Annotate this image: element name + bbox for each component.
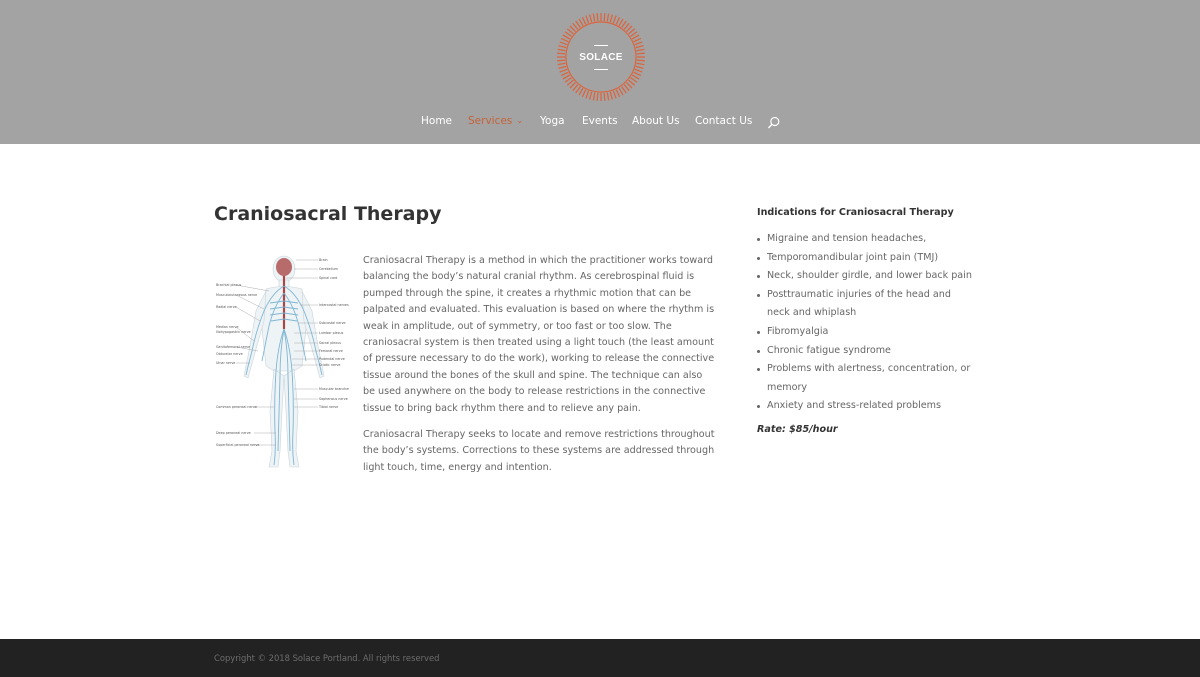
figure-label: Superficial peroneal nerve (216, 443, 259, 447)
figure-label: Common peroneal nerve (216, 405, 257, 409)
nervous-system-illustration: Brachial plexus Musculocutaneous nerve Rad… (216, 255, 379, 468)
rate-text: Rate: $85/hour (757, 423, 838, 435)
nav-item-about-us[interactable]: About Us (632, 115, 680, 127)
figure-label: Sacral plexus (319, 341, 341, 345)
copyright-text: Copyright © 2018 Solace Portland. All ri… (214, 653, 440, 663)
nav-item-yoga[interactable]: Yoga (540, 115, 565, 127)
site-header: SOLACE Home Services ⌄ Yoga Events About … (0, 0, 1200, 144)
description: Craniosacral Therapy is a method in whic… (363, 253, 715, 486)
list-item: Anxiety and stress-related problems (757, 397, 972, 416)
list-item: Chronic fatigue syndrome (757, 342, 972, 361)
figure-label: Radial nerve (216, 305, 237, 309)
logo-wordmark: SOLACE (556, 12, 646, 102)
figure-label: Deep peroneal nerve (216, 431, 251, 435)
search-icon[interactable] (767, 115, 781, 129)
figure-label: Spinal cord (319, 276, 337, 280)
figure-label: Ulnar nerve (216, 361, 235, 365)
logo-text: SOLACE (579, 51, 623, 63)
figure-label: Genitofemoral nerve (216, 345, 250, 349)
figure-label: Cerebellum (319, 267, 338, 271)
nav-item-home[interactable]: Home (421, 115, 452, 127)
figure-label: Muscular branches of femoral nerve (319, 387, 349, 391)
list-item: Neck, shoulder girdle, and lower back pa… (757, 267, 972, 286)
main-nav: Home Services ⌄ Yoga Events About Us Cont… (0, 115, 1200, 131)
list-item: Migraine and tension headaches, (757, 230, 972, 249)
chevron-down-icon: ⌄ (516, 116, 523, 125)
figure-label: Femoral nerve (319, 349, 343, 353)
nervous-system-diagram: Brachial plexus Musculocutaneous nerve Rad… (214, 251, 379, 473)
figure-label: Pudendal nerve (319, 357, 345, 361)
figure-label: Musculocutaneous nerve (216, 293, 257, 297)
list-item: Posttraumatic injuries of the head and n… (757, 286, 972, 323)
nav-item-events[interactable]: Events (582, 115, 618, 127)
figure-label: Median nerve (216, 325, 239, 329)
logo-rule-top (594, 44, 608, 46)
figure-label: Iliohypogastric nerve (216, 330, 251, 334)
figure-label: Sciatic nerve (319, 363, 340, 367)
nav-item-contact-us[interactable]: Contact Us (695, 115, 752, 127)
paragraph-1: Craniosacral Therapy is a method in whic… (363, 255, 715, 414)
list-item: Problems with alertness, concentration, … (757, 360, 972, 397)
figure-label: Saphenous nerve (319, 397, 348, 401)
solace-logo[interactable]: SOLACE (556, 12, 646, 102)
figure-label: Intercostal nerves (319, 303, 349, 307)
paragraph-2: Craniosacral Therapy seeks to locate and… (363, 429, 715, 473)
indications-list: Migraine and tension headaches, Temporom… (757, 230, 972, 416)
page-title: Craniosacral Therapy (214, 203, 442, 225)
figure-label: Lumbar plexus (319, 331, 344, 335)
sidebar-title: Indications for Craniosacral Therapy (757, 207, 954, 218)
figure-label: Subcostal nerve (319, 321, 346, 325)
list-item: Temporomandibular joint pain (TMJ) (757, 249, 972, 268)
figure-label: Tibial nerve (318, 405, 338, 409)
nav-item-services[interactable]: Services ⌄ (468, 115, 523, 127)
figure-label: Obturator nerve (216, 352, 243, 356)
figure-label: Brain (319, 258, 328, 262)
site-footer: Copyright © 2018 Solace Portland. All ri… (0, 639, 1200, 677)
list-item: Fibromyalgia (757, 323, 972, 342)
logo-rule-bottom (594, 68, 608, 70)
nav-item-label: Services (468, 115, 513, 127)
indications-sidebar: Indications for Craniosacral Therapy Mig… (757, 207, 972, 435)
figure-label: Brachial plexus (216, 283, 241, 287)
